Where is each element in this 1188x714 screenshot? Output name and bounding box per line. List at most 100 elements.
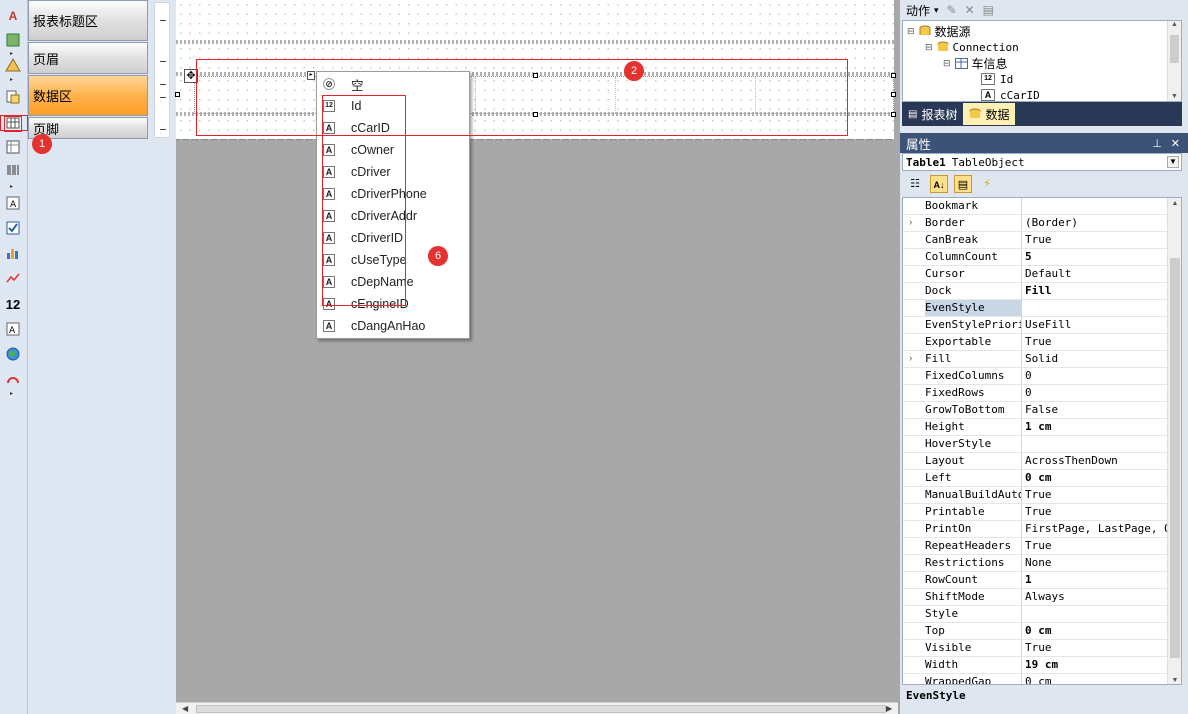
resize-handle[interactable] <box>891 73 896 78</box>
checkbox-tool-icon[interactable] <box>4 221 22 237</box>
collapse-icon[interactable]: ⊟ <box>943 58 951 69</box>
property-row[interactable]: Width 19 cm <box>903 657 1167 674</box>
property-row[interactable]: PrintOnFirstPage, LastPage, Odd <box>903 521 1167 538</box>
tab-report-tree[interactable]: ▤ 报表树 <box>902 103 963 125</box>
band-data[interactable]: 数据区 <box>28 75 148 116</box>
property-row[interactable]: Printable True <box>903 504 1167 521</box>
expand-arrow-icon[interactable]: ▸ <box>10 391 16 397</box>
title-band-area[interactable] <box>176 0 894 40</box>
property-value[interactable]: Always <box>1023 589 1167 605</box>
scroll-left-icon[interactable]: ◀ <box>182 704 188 713</box>
property-value[interactable]: Solid <box>1023 351 1167 367</box>
gauge-tool-icon[interactable] <box>4 372 22 388</box>
expand-arrow-icon[interactable]: ▸ <box>10 184 16 190</box>
property-grid-scrollbar[interactable]: ▲ ▼ <box>1167 198 1181 684</box>
property-value[interactable]: True <box>1023 232 1167 248</box>
property-value[interactable]: True <box>1023 504 1167 520</box>
scroll-thumb[interactable] <box>1170 258 1180 658</box>
picture-tool-icon[interactable] <box>4 33 22 49</box>
property-value[interactable]: 0 cm <box>1023 623 1167 639</box>
tab-data[interactable]: 数据 <box>963 103 1016 125</box>
expand-arrow-icon[interactable]: ▸ <box>10 77 16 83</box>
property-row[interactable]: FixedRows 0 <box>903 385 1167 402</box>
tree-node-field-ccarid[interactable]: A cCarID <box>981 87 1040 103</box>
scroll-up-icon[interactable]: ▲ <box>1168 200 1181 207</box>
sparkline-tool-icon[interactable] <box>4 272 22 288</box>
property-value[interactable]: FirstPage, LastPage, Odd <box>1023 521 1167 537</box>
map-tool-icon[interactable] <box>4 347 22 363</box>
band-report-title[interactable]: 报表标题区 <box>28 0 148 41</box>
resize-handle[interactable] <box>175 92 180 97</box>
property-row[interactable]: Cursor Default <box>903 266 1167 283</box>
property-value[interactable]: 1 <box>1023 572 1167 588</box>
property-value[interactable] <box>1023 436 1167 452</box>
property-row[interactable]: Exportable True <box>903 334 1167 351</box>
object-selector[interactable]: Table1 TableObject ▼ <box>902 153 1182 171</box>
richtext-tool-icon[interactable]: A <box>4 196 22 212</box>
property-value[interactable]: 0 <box>1023 385 1167 401</box>
property-value[interactable]: True <box>1023 538 1167 554</box>
property-value[interactable] <box>1023 300 1167 316</box>
resize-handle[interactable] <box>891 112 896 117</box>
field-option[interactable]: AcDangAnHao <box>317 315 469 337</box>
property-row[interactable]: › Border (Border) <box>903 215 1167 232</box>
property-row[interactable]: WrappedGap 0 cm <box>903 674 1167 684</box>
shape-tool-icon[interactable] <box>4 58 22 74</box>
property-value[interactable]: AcrossThenDown <box>1023 453 1167 469</box>
property-value[interactable]: False <box>1023 402 1167 418</box>
horizontal-scrollbar[interactable]: ◀ ▶ <box>176 702 898 714</box>
chart-tool-icon[interactable] <box>4 246 22 262</box>
expand-arrow-icon[interactable]: ▸ <box>10 51 16 57</box>
property-grid[interactable]: ▲ ▼ Bookmark › Border (Border) CanBreak True C… <box>902 197 1182 685</box>
property-value[interactable]: 5 <box>1023 249 1167 265</box>
data-tree[interactable]: ⊟ 数据源 ⊟ Connection ⊟ 车信息 12 Id A cCarID … <box>902 20 1182 102</box>
band-page-header[interactable]: 页眉 <box>28 42 148 74</box>
tree-node-datasource[interactable]: ⊟ 数据源 <box>907 23 971 39</box>
actions-menu[interactable]: 动作 <box>906 2 930 19</box>
expand-icon[interactable]: › <box>909 351 912 367</box>
tree-node-table[interactable]: ⊟ 车信息 <box>943 55 1008 71</box>
resize-handle[interactable] <box>891 92 896 97</box>
property-value[interactable] <box>1023 606 1167 622</box>
scroll-right-icon[interactable]: ▶ <box>886 704 892 713</box>
scroll-thumb[interactable] <box>196 705 886 713</box>
close-icon[interactable]: ✕ <box>1171 137 1180 150</box>
text-tool-icon[interactable]: A <box>4 8 22 24</box>
property-value[interactable]: Fill <box>1023 283 1167 299</box>
property-row[interactable]: EvenStylePriori UseFill <box>903 317 1167 334</box>
property-row[interactable]: Style <box>903 606 1167 623</box>
property-value[interactable]: UseFill <box>1023 317 1167 333</box>
property-value[interactable]: 0 <box>1023 368 1167 384</box>
property-value[interactable]: Default <box>1023 266 1167 282</box>
property-value[interactable]: 1 cm <box>1023 419 1167 435</box>
property-value[interactable] <box>1023 198 1167 214</box>
property-row[interactable]: FixedColumns 0 <box>903 368 1167 385</box>
subreport-tool-icon[interactable] <box>4 90 22 106</box>
property-row[interactable]: RepeatHeaders True <box>903 538 1167 555</box>
events-icon[interactable]: ⚡ <box>978 175 996 193</box>
property-row[interactable]: Left 0 cm <box>903 470 1167 487</box>
chevron-down-icon[interactable]: ▼ <box>1167 156 1179 168</box>
categorized-icon[interactable]: ☷ <box>906 175 924 193</box>
text-box-tool-icon[interactable]: A <box>4 322 22 338</box>
number-tool-icon[interactable]: 12 <box>4 297 22 313</box>
property-row[interactable]: CanBreak True <box>903 232 1167 249</box>
delete-icon[interactable]: ✕ <box>965 3 975 17</box>
properties-icon[interactable]: ▤ <box>983 3 994 17</box>
edit-icon[interactable]: ✎ <box>947 3 957 17</box>
property-row[interactable]: RowCount 1 <box>903 572 1167 589</box>
property-row[interactable]: Visible True <box>903 640 1167 657</box>
pin-icon[interactable]: ⊥ <box>1152 137 1162 150</box>
property-row[interactable]: Layout AcrossThenDown <box>903 453 1167 470</box>
tree-scrollbar[interactable]: ▲ ▼ <box>1167 21 1181 101</box>
property-row[interactable]: ShiftMode Always <box>903 589 1167 606</box>
scroll-up-icon[interactable]: ▲ <box>1168 21 1181 28</box>
scroll-thumb[interactable] <box>1170 35 1179 63</box>
property-row[interactable]: Dock Fill <box>903 283 1167 300</box>
property-row[interactable]: GrowToBottom False <box>903 402 1167 419</box>
scroll-down-icon[interactable]: ▼ <box>1168 93 1181 100</box>
chevron-down-icon[interactable]: ▾ <box>934 5 939 16</box>
property-value[interactable]: 0 cm <box>1023 674 1167 684</box>
property-row[interactable]: › Fill Solid <box>903 351 1167 368</box>
matrix-tool-icon[interactable] <box>4 140 22 156</box>
